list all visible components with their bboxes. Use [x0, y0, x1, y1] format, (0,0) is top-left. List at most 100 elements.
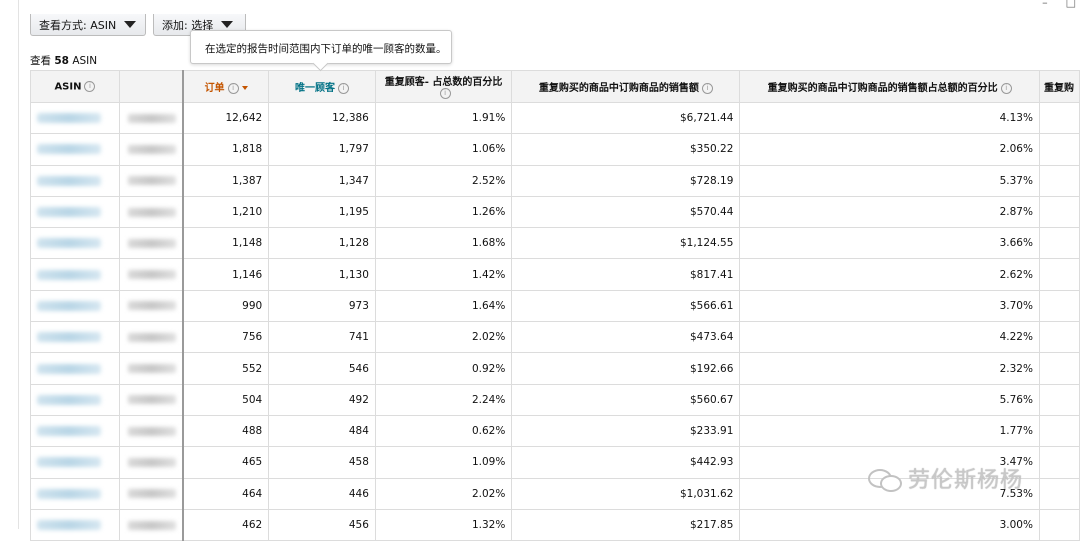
asin-link-redacted[interactable]: [37, 488, 101, 499]
repeat-sales-pct-cell: 2.06%: [739, 133, 1040, 166]
repeat-sales-pct-cell: 4.22%: [739, 321, 1040, 354]
next-cell: [1039, 478, 1080, 510]
table-row[interactable]: 990 973 1.64% $566.61 3.70%: [30, 290, 1080, 323]
repeat-sales-cell: $6,721.44: [511, 102, 741, 135]
asin-link-redacted[interactable]: [37, 363, 101, 374]
table-row[interactable]: 756 741 2.02% $473.64 4.22%: [30, 321, 1080, 354]
repeat-sales-cell: $817.41: [511, 258, 741, 291]
next-cell: [1039, 446, 1080, 479]
next-cell: [1039, 133, 1080, 166]
table-row[interactable]: 12,642 12,386 1.91% $6,721.44 4.13%: [30, 102, 1080, 135]
asin-link-redacted[interactable]: [37, 300, 101, 311]
asin-cell: [30, 196, 120, 229]
orders-cell: 1,146: [182, 258, 270, 291]
name-cell: [119, 478, 184, 510]
asin-link-redacted[interactable]: [37, 144, 101, 155]
table-row[interactable]: 1,387 1,347 2.52% $728.19 5.37%: [30, 165, 1080, 197]
product-name-redacted: [127, 426, 176, 436]
orders-cell: 465: [182, 446, 270, 479]
asin-link-redacted[interactable]: [37, 426, 101, 437]
table-row[interactable]: 488 484 0.62% $233.91 1.77%: [30, 415, 1080, 448]
column-header-next[interactable]: 重复购: [1039, 70, 1080, 103]
name-cell: [119, 133, 184, 166]
column-header-asin[interactable]: ASIN i: [30, 70, 120, 103]
asin-link-redacted[interactable]: [37, 238, 101, 249]
product-name-redacted: [127, 364, 176, 374]
product-name-redacted: [127, 489, 176, 499]
asin-cell: [30, 446, 120, 479]
product-name-redacted: [127, 332, 176, 342]
maximize-icon[interactable]: □: [1066, 0, 1076, 9]
repeat-sales-cell: $1,031.62: [511, 478, 741, 510]
orders-cell: 488: [182, 415, 270, 448]
column-header-repeat-sales-pct[interactable]: 重复购买的商品中订购商品的销售额占总额的百分比 i: [739, 70, 1040, 103]
unique-customers-tooltip: 在选定的报告时间范围内下订单的唯一顾客的数量。: [190, 30, 452, 64]
info-icon[interactable]: i: [227, 82, 239, 94]
asin-link-redacted[interactable]: [37, 175, 101, 186]
repeat-pct-cell: 2.02%: [375, 478, 513, 510]
asin-link-redacted[interactable]: [37, 457, 101, 468]
tooltip-text: 在选定的报告时间范围内下订单的唯一顾客的数量。: [205, 43, 447, 55]
name-cell: [119, 227, 184, 260]
asin-cell: [30, 258, 120, 291]
asin-cell: [30, 321, 120, 354]
watermark: 劳伦斯杨杨: [866, 462, 1023, 494]
asin-link-redacted[interactable]: [37, 269, 101, 280]
view-by-dropdown[interactable]: 查看方式: ASIN: [30, 14, 146, 36]
product-name-redacted: [127, 520, 176, 530]
repeat-sales-pct-cell: 2.32%: [739, 352, 1040, 385]
info-icon[interactable]: i: [439, 88, 451, 100]
repeat-sales-pct-cell: 2.87%: [739, 196, 1040, 229]
repeat-sales-cell: $192.66: [511, 352, 741, 385]
asin-cell: [30, 165, 120, 197]
asin-link-redacted[interactable]: [37, 394, 101, 405]
next-cell: [1039, 258, 1080, 291]
repeat-sales-pct-cell: 5.37%: [739, 165, 1040, 197]
asin-link-redacted[interactable]: [37, 113, 101, 124]
asin-link-redacted[interactable]: [37, 332, 101, 343]
asin-cell: [30, 415, 120, 448]
name-cell: [119, 415, 184, 448]
name-cell: [119, 509, 184, 541]
next-cell: [1039, 384, 1080, 416]
info-icon[interactable]: i: [84, 80, 96, 92]
repeat-sales-cell: $728.19: [511, 165, 741, 197]
table-row[interactable]: 462 456 1.32% $217.85 3.00%: [30, 509, 1080, 541]
info-icon[interactable]: i: [1000, 82, 1012, 94]
info-icon[interactable]: i: [338, 82, 350, 94]
info-icon[interactable]: i: [701, 82, 713, 94]
asin-cell: [30, 290, 120, 323]
column-header-orders[interactable]: 订单 i: [182, 70, 270, 103]
unique-customers-cell: 456: [268, 509, 376, 541]
name-cell: [119, 321, 184, 354]
unique-customers-cell: 492: [268, 384, 376, 416]
column-header-repeat-pct[interactable]: 重复顾客- 占总数的百分比 i: [375, 70, 513, 103]
repeat-sales-pct-cell: 3.66%: [739, 227, 1040, 260]
orders-header-label: 订单: [204, 83, 225, 94]
watermark-text: 劳伦斯杨杨: [908, 468, 1024, 493]
next-cell: [1039, 321, 1080, 354]
table-row[interactable]: 1,148 1,128 1.68% $1,124.55 3.66%: [30, 227, 1080, 260]
table-row[interactable]: 1,818 1,797 1.06% $350.22 2.06%: [30, 133, 1080, 166]
repeat-sales-pct-header-label: 重复购买的商品中订购商品的销售额占总额的百分比: [767, 83, 998, 94]
column-header-unique-customers[interactable]: 唯一顾客 i: [268, 70, 376, 103]
table-row[interactable]: 504 492 2.24% $560.67 5.76%: [30, 384, 1080, 416]
table-row[interactable]: 552 546 0.92% $192.66 2.32%: [30, 352, 1080, 385]
orders-cell: 1,148: [182, 227, 270, 260]
table-row[interactable]: 1,146 1,130 1.42% $817.41 2.62%: [30, 258, 1080, 291]
repeat-sales-cell: $473.64: [511, 321, 741, 354]
orders-cell: 1,387: [182, 165, 270, 197]
product-name-redacted: [127, 301, 176, 311]
orders-cell: 464: [182, 478, 270, 510]
name-cell: [119, 446, 184, 479]
table-row[interactable]: 1,210 1,195 1.26% $570.44 2.87%: [30, 196, 1080, 229]
asin-cell: [30, 478, 120, 510]
asin-cell: [30, 102, 120, 135]
next-header-label: 重复购: [1043, 83, 1074, 94]
column-header-repeat-sales[interactable]: 重复购买的商品中订购商品的销售额 i: [511, 70, 741, 103]
next-cell: [1039, 227, 1080, 260]
asin-link-redacted[interactable]: [37, 207, 101, 218]
minimize-icon[interactable]: –: [1042, 0, 1048, 9]
name-cell: [119, 352, 184, 385]
sort-desc-icon[interactable]: [241, 86, 248, 90]
